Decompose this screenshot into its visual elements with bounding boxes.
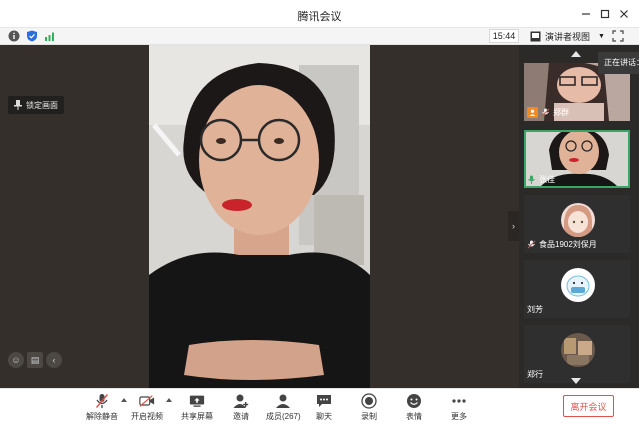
invite-button[interactable]: 邀请 xyxy=(233,393,249,422)
unmute-button[interactable]: 解除静音 xyxy=(86,393,118,422)
more-icon xyxy=(451,393,467,409)
status-bar: 15:44 演讲者视图 ▼ xyxy=(0,28,639,45)
participant-label: 郑群 xyxy=(527,107,569,118)
participant-label: 食品1902刘保月 xyxy=(527,239,597,250)
panel-toggle-button[interactable]: › xyxy=(508,211,519,241)
members-icon xyxy=(275,393,291,409)
participant-name: 食品1902刘保月 xyxy=(539,240,597,249)
caption-icon[interactable]: ▤ xyxy=(27,352,43,368)
minimize-button[interactable] xyxy=(577,5,595,23)
smile-icon xyxy=(406,393,422,409)
avatar xyxy=(561,333,595,367)
participant-label: 刘芳 xyxy=(527,304,543,315)
view-mode-button[interactable]: 演讲者视图 ▼ xyxy=(530,29,605,43)
maximize-button[interactable] xyxy=(596,5,614,23)
lock-screen-label: 锁定画面 xyxy=(26,100,58,110)
speaker-video-frame xyxy=(149,45,370,388)
participant-name: 刘芳 xyxy=(527,305,543,314)
participant-label: 张佳 xyxy=(527,174,555,185)
fullscreen-icon[interactable] xyxy=(612,30,624,42)
emoji-icon[interactable]: ☺ xyxy=(8,352,24,368)
host-icon xyxy=(527,107,538,118)
record-button[interactable]: 录制 xyxy=(361,393,377,422)
mic-muted-icon xyxy=(527,240,536,249)
members-button[interactable]: 成员(267) xyxy=(266,393,301,422)
participant-label: 郑行 xyxy=(527,369,543,380)
main-video-stage: 锁定画面 ☺ ▤ ‹ › xyxy=(0,45,519,388)
participant-name: 郑行 xyxy=(527,370,543,379)
chat-icon xyxy=(316,393,332,409)
info-icon[interactable] xyxy=(8,30,20,42)
share-screen-label: 共享屏幕 xyxy=(181,412,213,421)
start-video-button[interactable]: 开启视频 xyxy=(131,393,163,422)
meeting-toolbar: 解除静音 开启视频 共享屏幕 邀请 成员(267) 聊天 录制 表情 更多 离开… xyxy=(0,388,639,425)
speaker-video xyxy=(149,45,370,388)
shield-icon[interactable] xyxy=(26,30,38,42)
lock-screen-button[interactable]: 锁定画面 xyxy=(8,96,64,114)
participant-name: 郑群 xyxy=(553,108,569,117)
invite-user-icon xyxy=(233,393,249,409)
invite-label: 邀请 xyxy=(233,412,249,421)
participant-panel: 郑群 张佳 食品1902刘保月 刘芳 郑行 xyxy=(519,45,639,388)
leave-meeting-button[interactable]: 离开会议 xyxy=(563,395,614,417)
close-icon xyxy=(620,10,628,18)
view-mode-label: 演讲者视图 xyxy=(545,31,591,42)
avatar xyxy=(561,203,595,237)
scroll-down-icon[interactable] xyxy=(571,378,581,384)
participant-tile[interactable]: 食品1902刘保月 xyxy=(524,195,630,253)
avatar xyxy=(561,268,595,302)
stage-bottom-controls: ☺ ▤ ‹ xyxy=(8,352,62,368)
chevron-down-icon: ▼ xyxy=(598,32,605,40)
meeting-clock: 15:44 xyxy=(489,29,519,43)
window-title: 腾讯会议 xyxy=(297,11,342,23)
layout-icon xyxy=(530,31,541,41)
collapse-left-icon[interactable]: ‹ xyxy=(46,352,62,368)
participant-name: 张佳 xyxy=(539,175,555,184)
participant-tile-active[interactable]: 张佳 xyxy=(524,130,630,188)
participant-tile[interactable]: 郑行 xyxy=(524,325,630,383)
participant-tile[interactable]: 刘芳 xyxy=(524,260,630,318)
close-button[interactable] xyxy=(615,5,633,23)
chevron-up-icon[interactable] xyxy=(121,398,127,402)
speaking-indicator: 正在讲话： xyxy=(598,52,639,74)
members-label: 成员(267) xyxy=(266,412,301,421)
mic-muted-icon xyxy=(541,108,550,117)
mic-active-icon xyxy=(528,175,535,184)
minimize-icon xyxy=(582,13,590,15)
more-button[interactable]: 更多 xyxy=(451,393,467,422)
share-screen-icon xyxy=(189,393,205,409)
chat-label: 聊天 xyxy=(316,412,332,421)
start-video-label: 开启视频 xyxy=(131,412,163,421)
record-icon xyxy=(361,393,377,409)
scroll-up-icon[interactable] xyxy=(571,51,581,57)
chevron-up-icon[interactable] xyxy=(166,398,172,402)
mic-muted-icon xyxy=(94,393,110,409)
chevron-right-icon: › xyxy=(512,221,515,231)
pin-icon xyxy=(14,100,22,110)
reactions-button[interactable]: 表情 xyxy=(406,393,422,422)
chat-button[interactable]: 聊天 xyxy=(316,393,332,422)
reactions-label: 表情 xyxy=(406,412,422,421)
more-label: 更多 xyxy=(451,412,467,421)
share-screen-button[interactable]: 共享屏幕 xyxy=(181,393,213,422)
title-bar: 腾讯会议 xyxy=(0,0,639,28)
record-label: 录制 xyxy=(361,412,377,421)
maximize-icon xyxy=(600,9,610,19)
unmute-label: 解除静音 xyxy=(86,412,118,421)
signal-icon[interactable] xyxy=(44,30,56,42)
camera-off-icon xyxy=(139,393,155,409)
